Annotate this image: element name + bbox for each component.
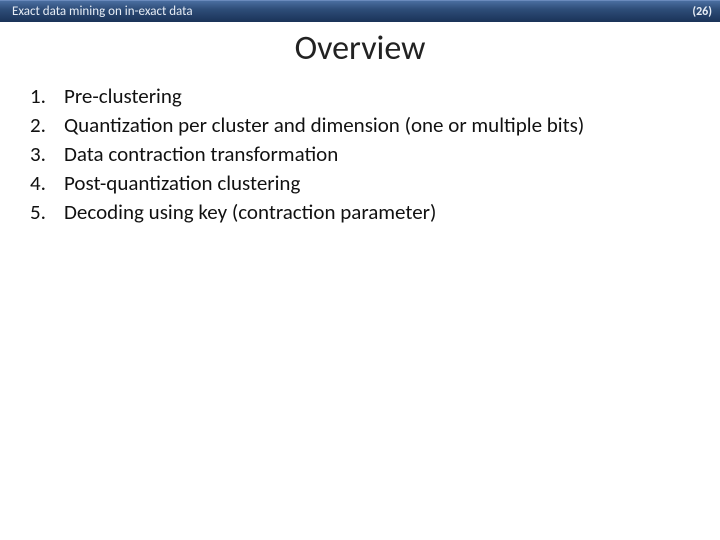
list-item: Decoding using key (contraction paramete… <box>30 199 696 226</box>
header-bar: Exact data mining on in-exact data (26) <box>0 0 720 22</box>
slide: Exact data mining on in-exact data (26) … <box>0 0 720 540</box>
list-item-text: Pre-clustering <box>64 83 696 110</box>
steps-list-container: Pre-clustering Quantization per cluster … <box>0 83 720 225</box>
header-title: Exact data mining on in-exact data <box>12 4 193 19</box>
list-item-text: Data contraction transformation <box>64 141 696 168</box>
list-item: Post-quantization clustering <box>30 170 696 197</box>
list-item: Pre-clustering <box>30 83 696 110</box>
list-item: Data contraction transformation <box>30 141 696 168</box>
list-item-text: Post-quantization clustering <box>64 170 696 197</box>
list-item: Quantization per cluster and dimension (… <box>30 112 696 139</box>
page-number-badge: (26) <box>692 5 712 19</box>
steps-list: Pre-clustering Quantization per cluster … <box>30 83 696 225</box>
slide-title: Overview <box>0 28 720 69</box>
list-item-text: Decoding using key (contraction paramete… <box>64 199 696 226</box>
list-item-text: Quantization per cluster and dimension (… <box>64 112 696 139</box>
